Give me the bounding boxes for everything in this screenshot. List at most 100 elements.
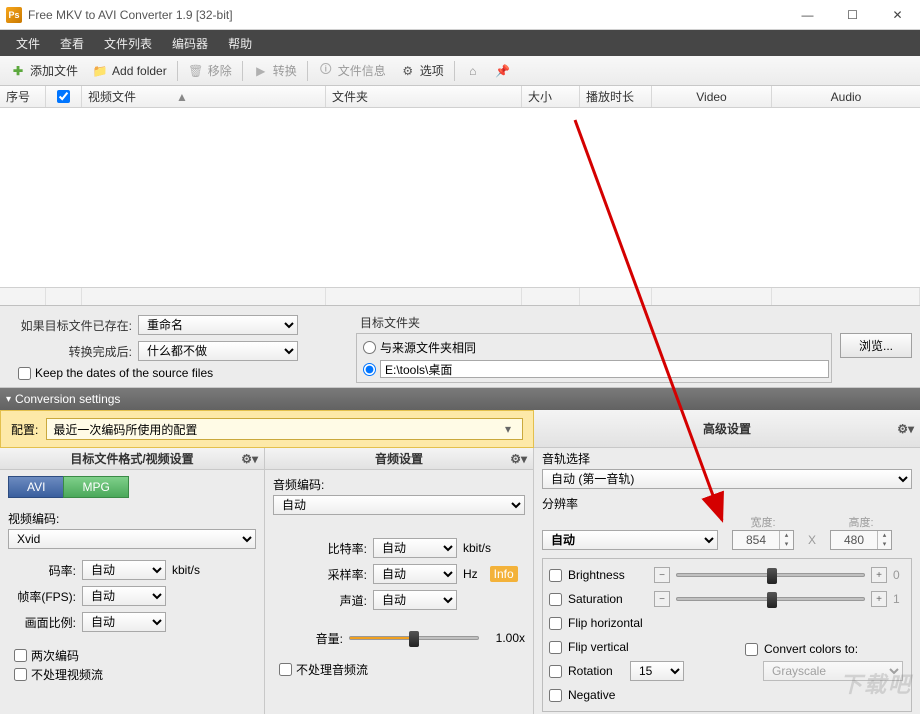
- menu-encoder[interactable]: 编码器: [162, 31, 218, 56]
- skip-video-label: 不处理视频流: [31, 666, 103, 683]
- rotation-select[interactable]: 15: [630, 661, 684, 681]
- same-as-source-radio[interactable]: [363, 341, 376, 354]
- menu-view[interactable]: 查看: [50, 31, 94, 56]
- col-seq[interactable]: 序号: [0, 86, 46, 107]
- add-file-button[interactable]: ✚添加文件: [4, 59, 84, 82]
- width-label: 宽度:: [732, 514, 794, 530]
- skip-audio-checkbox[interactable]: [279, 663, 292, 676]
- menu-filelist[interactable]: 文件列表: [94, 31, 162, 56]
- channel-label: 声道:: [273, 592, 367, 609]
- twopass-label: 两次编码: [31, 647, 79, 664]
- skip-audio-label: 不处理音频流: [296, 661, 368, 678]
- col-folder[interactable]: 文件夹: [326, 86, 522, 107]
- close-button[interactable]: ✕: [875, 1, 920, 29]
- menu-help[interactable]: 帮助: [218, 31, 262, 56]
- twopass-checkbox[interactable]: [14, 649, 27, 662]
- channel-select[interactable]: 自动: [373, 590, 457, 610]
- if-exists-select[interactable]: 重命名: [138, 315, 298, 335]
- aspect-select[interactable]: 自动: [82, 612, 166, 632]
- tab-avi[interactable]: AVI: [8, 476, 64, 498]
- audio-bitrate-label: 比特率:: [273, 540, 367, 557]
- home-icon: ⌂: [465, 63, 481, 79]
- dest-path-input[interactable]: [380, 360, 829, 378]
- negative-checkbox[interactable]: [549, 689, 562, 702]
- minus-icon[interactable]: −: [654, 567, 670, 583]
- output-options: 如果目标文件已存在: 重命名 转换完成后: 什么都不做 Keep the dat…: [0, 306, 920, 388]
- audio-settings-pane: 音频设置⚙▾ 音频编码: 自动 比特率:自动kbit/s 采样率:自动Hz In…: [265, 448, 534, 714]
- custom-path-radio[interactable]: [363, 363, 376, 376]
- plus-icon[interactable]: +: [871, 591, 887, 607]
- brightness-checkbox[interactable]: [549, 569, 562, 582]
- col-check[interactable]: [46, 86, 82, 107]
- file-grid-body[interactable]: [0, 108, 920, 288]
- browse-button[interactable]: 浏览...: [840, 333, 912, 358]
- flip-h-checkbox[interactable]: [549, 617, 562, 630]
- audio-encode-select[interactable]: 自动: [273, 495, 525, 515]
- keep-dates-checkbox[interactable]: [18, 367, 31, 380]
- width-spinner[interactable]: ▴▾: [732, 530, 794, 550]
- convert-colors-checkbox[interactable]: [745, 643, 758, 656]
- col-video[interactable]: Video: [652, 86, 772, 107]
- play-icon: ▶: [253, 63, 269, 79]
- config-select[interactable]: 最近一次编码所使用的配置▾: [46, 418, 523, 440]
- maximize-button[interactable]: ☐: [830, 1, 875, 29]
- add-folder-button[interactable]: 📁Add folder: [86, 60, 173, 82]
- col-video-file[interactable]: 视频文件▲: [82, 86, 326, 107]
- brightness-slider[interactable]: [676, 573, 865, 577]
- saturation-checkbox[interactable]: [549, 593, 562, 606]
- after-convert-label: 转换完成后:: [12, 343, 132, 360]
- if-exists-label: 如果目标文件已存在:: [12, 317, 132, 334]
- volume-value: 1.00x: [485, 631, 525, 645]
- saturation-slider[interactable]: [676, 597, 865, 601]
- gear-icon[interactable]: ⚙▾: [241, 452, 258, 466]
- delete-icon: 🗑: [188, 63, 204, 79]
- remove-button[interactable]: 🗑移除: [182, 59, 238, 82]
- tab-mpg[interactable]: MPG: [63, 476, 128, 498]
- track-select[interactable]: 自动 (第一音轨): [542, 469, 912, 489]
- lower-panes: 目标文件格式/视频设置⚙▾ AVI MPG 视频编码: Xvid 码率:自动kb…: [0, 448, 920, 714]
- info-badge[interactable]: Info: [490, 566, 518, 582]
- video-bitrate-select[interactable]: 自动: [82, 560, 166, 580]
- resolution-select[interactable]: 自动: [542, 530, 718, 550]
- rotation-label: Rotation: [568, 664, 624, 678]
- menu-file[interactable]: 文件: [6, 31, 50, 56]
- gear-icon: ⚙: [400, 63, 416, 79]
- after-convert-select[interactable]: 什么都不做: [138, 341, 298, 361]
- negative-label: Negative: [568, 688, 615, 702]
- file-info-button[interactable]: 🛈文件信息: [312, 59, 392, 82]
- sample-select[interactable]: 自动: [373, 564, 457, 584]
- conversion-settings-header[interactable]: ▾ Conversion settings: [0, 388, 920, 410]
- audio-encode-label: 音频编码:: [273, 476, 525, 493]
- volume-slider[interactable]: [349, 636, 479, 640]
- pin-button[interactable]: 📌: [489, 60, 517, 82]
- col-size[interactable]: 大小: [522, 86, 580, 107]
- rotation-checkbox[interactable]: [549, 665, 562, 678]
- convert-colors-label: Convert colors to:: [764, 642, 858, 656]
- audio-bitrate-unit: kbit/s: [463, 541, 491, 555]
- options-button[interactable]: ⚙选项: [394, 59, 450, 82]
- height-spinner[interactable]: ▴▾: [830, 530, 892, 550]
- col-duration[interactable]: 播放时长: [580, 86, 652, 107]
- saturation-value: 1: [893, 592, 905, 606]
- plus-icon[interactable]: +: [871, 567, 887, 583]
- col-audio[interactable]: Audio: [772, 86, 920, 107]
- config-label: 配置:: [11, 421, 38, 438]
- home-button[interactable]: ⌂: [459, 60, 487, 82]
- minimize-button[interactable]: —: [785, 1, 830, 29]
- audio-bitrate-select[interactable]: 自动: [373, 538, 457, 558]
- minus-icon[interactable]: −: [654, 591, 670, 607]
- menu-bar: 文件 查看 文件列表 编码器 帮助: [0, 30, 920, 56]
- gear-icon[interactable]: ⚙▾: [510, 452, 527, 466]
- skip-video-checkbox[interactable]: [14, 668, 27, 681]
- x-label: X: [808, 533, 816, 550]
- chevron-down-icon: ▾: [500, 422, 516, 436]
- fps-select[interactable]: 自动: [82, 586, 166, 606]
- flip-v-checkbox[interactable]: [549, 641, 562, 654]
- window-title: Free MKV to AVI Converter 1.9 [32-bit]: [28, 8, 785, 22]
- convert-button[interactable]: ▶转换: [247, 59, 303, 82]
- dest-folder-label: 目标文件夹: [356, 312, 920, 333]
- sample-label: 采样率:: [273, 566, 367, 583]
- video-encode-select[interactable]: Xvid: [8, 529, 256, 549]
- gear-icon[interactable]: ⚙▾: [897, 422, 914, 436]
- select-all-checkbox[interactable]: [57, 90, 70, 103]
